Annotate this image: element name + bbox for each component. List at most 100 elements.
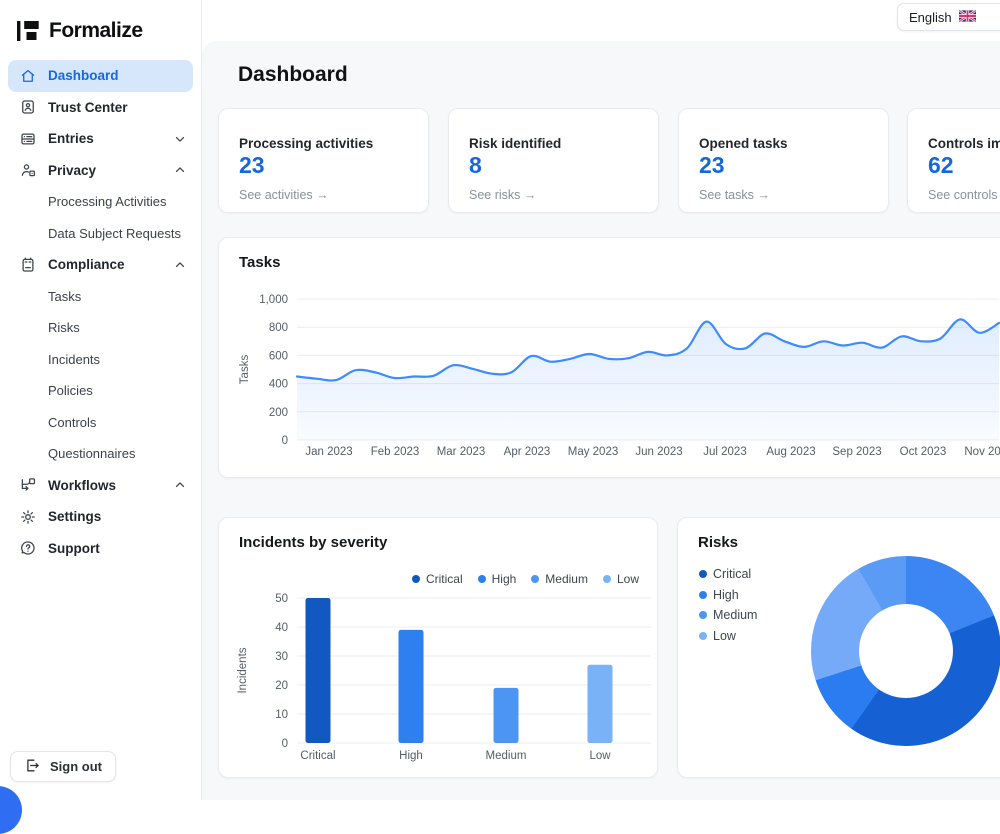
svg-text:0: 0: [282, 738, 288, 750]
app-title: Formalize: [49, 19, 143, 43]
stat-card-link[interactable]: See controls →: [928, 188, 1000, 202]
svg-text:Jun 2023: Jun 2023: [635, 446, 682, 458]
sidebar-item-support[interactable]: Support: [0, 533, 201, 565]
svg-text:Jan 2023: Jan 2023: [305, 446, 352, 458]
uk-flag-icon: [959, 10, 976, 25]
svg-text:Aug 2023: Aug 2023: [766, 446, 815, 458]
bar-low: [588, 665, 613, 743]
sidebar-item-label: Dashboard: [48, 68, 119, 83]
sign-out-button[interactable]: Sign out: [10, 751, 116, 782]
stat-card-value: 62: [928, 152, 1000, 179]
formalize-logo-icon: [17, 20, 40, 42]
legend-dot: [699, 591, 707, 599]
svg-text:Low: Low: [589, 750, 611, 762]
svg-text:Medium: Medium: [486, 750, 527, 762]
sidebar-subitem-questionnaires[interactable]: Questionnaires: [0, 438, 201, 470]
svg-text:Tasks: Tasks: [239, 355, 251, 385]
tasks-chart-title: Tasks: [239, 254, 280, 271]
language-selector-button[interactable]: English: [897, 3, 1000, 31]
legend-dot: [699, 632, 707, 640]
sidebar-item-settings[interactable]: Settings: [0, 501, 201, 533]
language-label: English: [909, 10, 952, 25]
workflow-icon: [18, 476, 37, 495]
svg-text:Apr 2023: Apr 2023: [504, 446, 551, 458]
sidebar-subitem-tasks[interactable]: Tasks: [0, 281, 201, 313]
home-icon: [18, 66, 37, 85]
tasks-line-chart: 02004006008001,000Jan 2023Feb 2023Mar 20…: [219, 278, 1000, 510]
svg-text:Sep 2023: Sep 2023: [832, 446, 881, 458]
legend-item-medium: Medium: [699, 608, 757, 622]
sidebar-nav: Dashboard Trust Center Entries Privacy Proce…: [0, 60, 201, 564]
stat-card-link[interactable]: See tasks →: [699, 188, 868, 202]
risks-donut-chart: [811, 556, 1000, 746]
svg-text:May 2023: May 2023: [568, 446, 619, 458]
risks-chart-title: Risks: [698, 534, 738, 551]
svg-text:400: 400: [269, 379, 288, 391]
sidebar-item-privacy[interactable]: Privacy: [0, 155, 201, 187]
stat-card-label: Opened tasks: [699, 136, 868, 151]
legend-item-critical: Critical: [699, 567, 757, 581]
chevron-up-icon: [173, 478, 187, 492]
stat-card-processing-activities: Processing activities23See activities →: [218, 108, 429, 213]
logout-icon: [24, 757, 41, 777]
sidebar-subitem-risks[interactable]: Risks: [0, 312, 201, 344]
svg-text:40: 40: [275, 622, 288, 634]
stat-card-label: Risk identified: [469, 136, 638, 151]
sign-out-label: Sign out: [50, 759, 102, 774]
sidebar-item-entries[interactable]: Entries: [0, 123, 201, 155]
stat-card-label: Processing activities: [239, 136, 408, 151]
legend-dot: [699, 611, 707, 619]
svg-text:20: 20: [275, 680, 288, 692]
svg-text:Feb 2023: Feb 2023: [371, 446, 420, 458]
sidebar-subitem-processing-activities[interactable]: Processing Activities: [0, 186, 201, 218]
svg-text:10: 10: [275, 709, 288, 721]
sidebar-item-label: Trust Center: [48, 100, 128, 115]
gear-icon: [18, 507, 37, 526]
svg-text:High: High: [399, 750, 423, 762]
app-logo: Formalize: [0, 0, 201, 46]
sidebar-item-workflows[interactable]: Workflows: [0, 470, 201, 502]
sidebar-item-compliance[interactable]: Compliance: [0, 249, 201, 281]
chevron-up-icon: [173, 163, 187, 177]
sidebar-item-label: Support: [48, 541, 100, 556]
sidebar-item-label: Workflows: [48, 478, 116, 493]
stat-card-label: Controls implemented: [928, 136, 1000, 151]
svg-text:600: 600: [269, 350, 288, 362]
support-icon: [18, 539, 37, 558]
svg-text:Mar 2023: Mar 2023: [437, 446, 486, 458]
svg-text:50: 50: [275, 593, 288, 605]
sidebar-subitem-incidents[interactable]: Incidents: [0, 344, 201, 376]
svg-text:Oct 2023: Oct 2023: [900, 446, 947, 458]
svg-text:Nov 2023: Nov 2023: [964, 446, 1000, 458]
stat-card-link[interactable]: See risks →: [469, 188, 638, 202]
svg-text:Jul 2023: Jul 2023: [703, 446, 746, 458]
stat-card-value: 8: [469, 152, 638, 179]
sidebar-subitem-data-subject-requests[interactable]: Data Subject Requests: [0, 218, 201, 250]
legend-item-low: Low: [699, 629, 757, 643]
sidebar: Formalize Dashboard Trust Center Entries Pr…: [0, 0, 202, 800]
entries-icon: [18, 129, 37, 148]
stat-card-link[interactable]: See activities →: [239, 188, 408, 202]
sidebar-item-label: Compliance: [48, 257, 125, 272]
stat-card-value: 23: [699, 152, 868, 179]
tasks-chart-card: Tasks 02004006008001,000Jan 2023Feb 2023…: [218, 237, 1000, 478]
user-shield-icon: [18, 161, 37, 180]
risks-legend: CriticalHighMediumLow: [699, 567, 757, 643]
sidebar-item-label: Settings: [48, 509, 101, 524]
incidents-chart-card: Incidents by severity CriticalHighMedium…: [218, 517, 658, 778]
chevron-down-icon: [173, 132, 187, 146]
clipboard-icon: [18, 255, 37, 274]
sidebar-item-label: Privacy: [48, 163, 96, 178]
sidebar-subitem-policies[interactable]: Policies: [0, 375, 201, 407]
badge-person-icon: [18, 98, 37, 117]
stat-card-opened-tasks: Opened tasks23 See tasks →: [678, 108, 889, 213]
svg-text:1,000: 1,000: [259, 294, 288, 306]
svg-text:200: 200: [269, 407, 288, 419]
svg-text:30: 30: [275, 651, 288, 663]
risks-chart-card: Risks CriticalHighMediumLow: [677, 517, 1000, 778]
sidebar-item-trust-center[interactable]: Trust Center: [0, 92, 201, 124]
sidebar-subitem-controls[interactable]: Controls: [0, 407, 201, 439]
sidebar-item-dashboard[interactable]: Dashboard: [8, 60, 193, 92]
stat-card-risk-identified: Risk identified8 See risks →: [448, 108, 659, 213]
stat-card-controls-implemented: Controls implemented62 See controls →: [907, 108, 1000, 213]
